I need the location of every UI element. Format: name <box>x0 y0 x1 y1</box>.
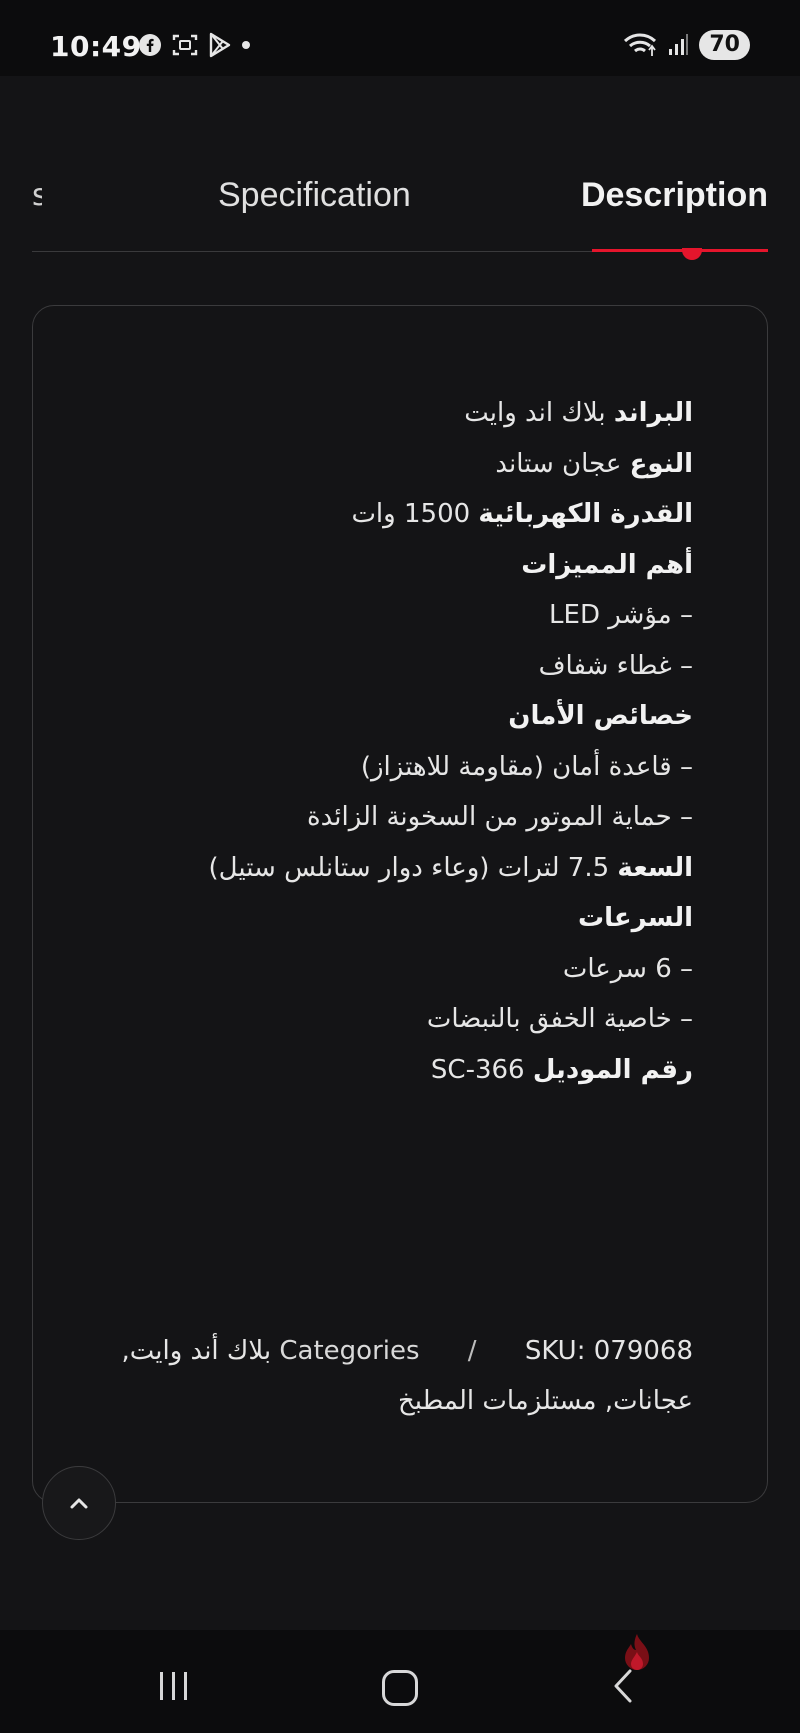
type-label: النوع <box>629 448 693 479</box>
categories-label: Categories <box>279 1336 420 1366</box>
status-time: 10:49 <box>50 30 142 63</box>
power-value: 1500 وات <box>351 499 471 529</box>
power-row: القدرة الكهربائية 1500 وات <box>93 489 693 540</box>
tab-active-indicator-dot <box>682 248 702 260</box>
capacity-label: السعة <box>617 852 693 883</box>
tab-specification[interactable]: Specification <box>218 176 411 215</box>
facebook-icon <box>139 34 161 56</box>
capacity-row: السعة 7.5 لترات (وعاء دوار ستانلس ستيل) <box>93 843 693 894</box>
status-bar: 10:49 70 <box>0 0 800 76</box>
description-body: البراند بلاك اند وايت النوع عجان ستاند ا… <box>93 388 693 1095</box>
type-value: عجان ستاند <box>495 448 622 479</box>
flame-logo-icon <box>625 1634 649 1670</box>
brand-label: البراند <box>613 398 693 428</box>
capacity-value: 7.5 لترات (وعاء دوار ستانلس ستيل) <box>208 852 610 883</box>
power-label: القدرة الكهربائية <box>478 499 693 529</box>
brand-value: بلاك اند وايت <box>464 398 606 428</box>
recent-apps-icon[interactable] <box>160 1672 187 1700</box>
sku-text: SKU: 079068 <box>524 1336 693 1366</box>
safety-title: خصائص الأمان <box>508 701 693 731</box>
status-icons-left <box>138 32 250 58</box>
model-value: SC-366 <box>430 1054 525 1085</box>
feature-item: – مؤشر LED <box>549 600 693 630</box>
battery-indicator: 70 <box>699 30 750 60</box>
screenshot-icon <box>172 34 198 56</box>
feature-item: – غطاء شفاف <box>538 650 693 681</box>
chevron-up-icon <box>70 1498 88 1509</box>
system-nav-bar <box>0 1630 800 1733</box>
status-icons-right: 70 <box>623 30 750 60</box>
speed-item: – خاصية الخفق بالنبضات <box>426 1004 693 1034</box>
tab-active-indicator <box>592 249 768 252</box>
model-row: رقم الموديل SC-366 <box>93 1045 693 1096</box>
product-meta: Categories / SKU: 079068 بلاك أند وايت, … <box>53 1326 693 1426</box>
home-icon[interactable] <box>382 1670 418 1706</box>
speed-item: – 6 سرعات <box>562 953 693 984</box>
model-label: رقم الموديل <box>532 1054 693 1085</box>
speeds-title: السرعات <box>578 903 693 933</box>
safety-item: – قاعدة أمان (مقاومة للاهتزاز) <box>360 751 693 782</box>
tab-partial[interactable]: s <box>32 178 42 213</box>
scroll-to-top-button[interactable] <box>42 1466 116 1540</box>
category-link-brand[interactable]: بلاك أند وايت, <box>121 1336 271 1366</box>
play-store-icon <box>209 32 231 58</box>
meta-separator: / <box>467 1336 477 1366</box>
description-card: البراند بلاك اند وايت النوع عجان ستاند ا… <box>32 305 768 1503</box>
wifi-icon <box>624 33 657 56</box>
brand-row: البراند بلاك اند وايت <box>93 388 693 439</box>
type-row: النوع عجان ستاند <box>93 439 693 490</box>
category-links[interactable]: عجانات, مستلزمات المطبخ <box>53 1376 693 1426</box>
notification-dot-icon <box>242 41 250 49</box>
tab-description[interactable]: Description <box>581 176 768 215</box>
signal-icon <box>669 34 689 55</box>
features-title: أهم المميزات <box>521 549 693 580</box>
safety-item: – حماية الموتور من السخونة الزائدة <box>306 802 693 832</box>
meta-row: Categories / SKU: 079068 بلاك أند وايت, <box>53 1326 693 1376</box>
product-tabs: s Specification Description <box>32 150 768 260</box>
